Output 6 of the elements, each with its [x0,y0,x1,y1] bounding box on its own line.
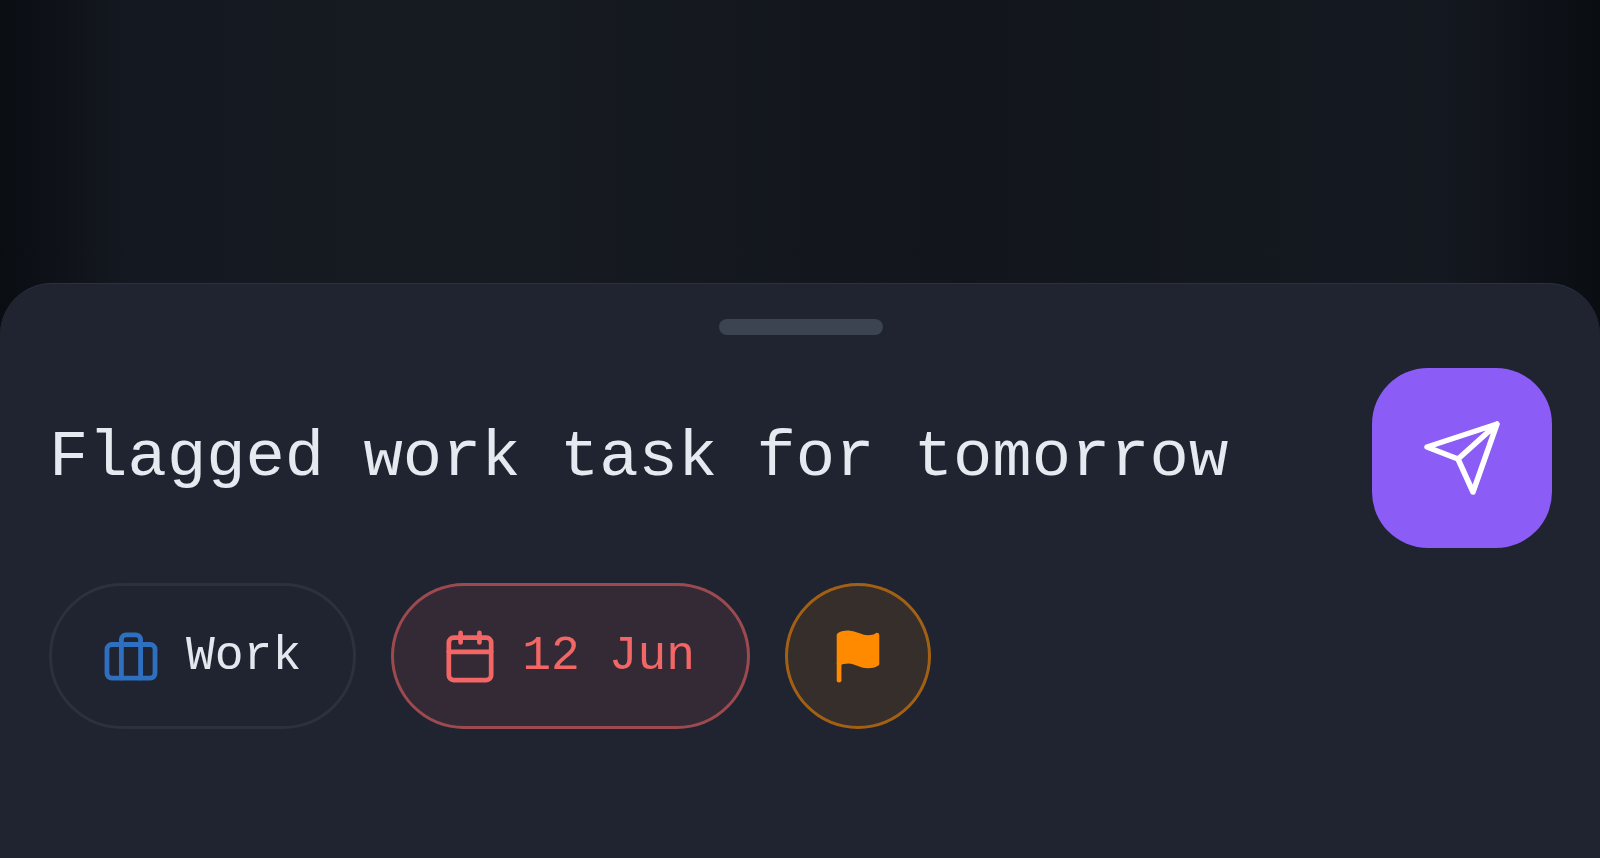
task-input[interactable]: Flagged work task for tomorrow [49,413,1352,503]
drag-handle[interactable] [718,319,883,335]
send-button[interactable] [1372,368,1552,548]
project-chip[interactable]: Work [49,583,357,729]
send-icon [1424,421,1500,495]
due-date-chip[interactable]: 12 Jun [391,583,751,729]
